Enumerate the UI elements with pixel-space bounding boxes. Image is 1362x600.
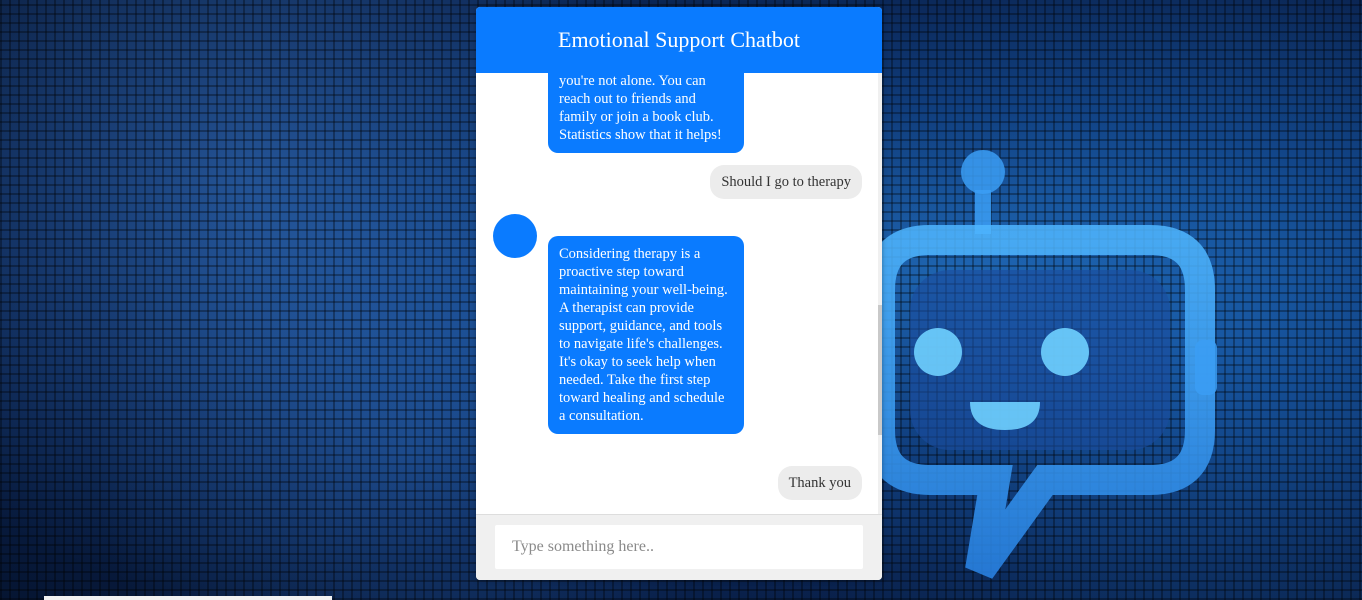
message-input[interactable] <box>495 525 863 569</box>
bot-message: Considering therapy is a proactive step … <box>548 236 744 434</box>
bot-avatar-icon <box>493 214 537 258</box>
page-bottom-strip <box>44 596 332 600</box>
message-list[interactable]: you're not alone. You can reach out to f… <box>476 73 882 514</box>
scrollbar-track[interactable] <box>878 73 882 514</box>
chat-window: Emotional Support Chatbot you're not alo… <box>476 7 882 580</box>
robot-chat-icon <box>870 150 1217 579</box>
scrollbar-thumb[interactable] <box>878 305 882 435</box>
bot-message: you're not alone. You can reach out to f… <box>548 73 744 153</box>
user-message: Should I go to therapy <box>710 165 862 199</box>
input-bar <box>476 514 882 580</box>
chat-header: Emotional Support Chatbot <box>476 7 882 73</box>
user-message: Thank you <box>777 466 862 500</box>
chat-title: Emotional Support Chatbot <box>558 27 800 52</box>
